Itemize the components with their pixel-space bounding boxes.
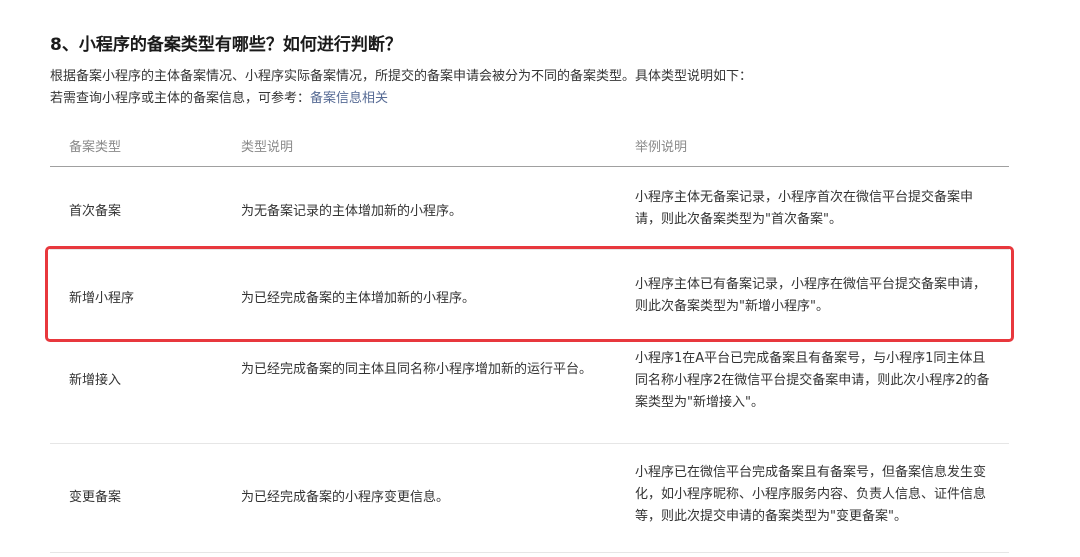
header-example: 举例说明 (635, 140, 688, 155)
row-filing-type: 新增接入 (69, 373, 122, 388)
table-row: 新增接入 为已经完成备案的同主体且同名称小程序增加新的运行平台。 小程序1在A平… (50, 340, 1009, 444)
intro-line-2-prefix: 若需查询小程序或主体的备案信息，可参考： (50, 91, 311, 106)
header-type-description: 类型说明 (241, 140, 294, 155)
filing-type-table: 备案类型 类型说明 举例说明 首次备案 为无备案记录的主体增加新的小程序。 小程… (50, 122, 1009, 553)
row-example: 小程序主体无备案记录，小程序首次在微信平台提交备案申请，则此次备案类型为"首次备… (635, 190, 974, 227)
table-row: 首次备案 为无备案记录的主体增加新的小程序。 小程序主体无备案记录，小程序首次在… (50, 167, 1009, 250)
row-filing-type: 新增小程序 (69, 291, 135, 306)
row-example: 小程序主体已有备案记录，小程序在微信平台提交备案申请，则此次备案类型为"新增小程… (635, 277, 987, 314)
intro-text: 根据备案小程序的主体备案情况、小程序实际备案情况，所提交的备案申请会被分为不同的… (50, 66, 752, 110)
row-filing-type: 首次备案 (69, 204, 122, 219)
row-example: 小程序已在微信平台完成备案且有备案号，但备案信息发生变化，如小程序昵称、小程序服… (635, 465, 987, 524)
section-title: 8、小程序的备案类型有哪些？如何进行判断？ (50, 35, 402, 55)
intro-line-1: 根据备案小程序的主体备案情况、小程序实际备案情况，所提交的备案申请会被分为不同的… (50, 69, 753, 84)
filing-info-link[interactable]: 备案信息相关 (310, 91, 388, 106)
row-type-description: 为已经完成备案的小程序变更信息。 (241, 490, 450, 505)
row-type-description: 为无备案记录的主体增加新的小程序。 (241, 204, 463, 219)
table-header: 备案类型 类型说明 举例说明 (50, 122, 1009, 167)
row-type-description: 为已经完成备案的同主体且同名称小程序增加新的运行平台。 (241, 362, 593, 377)
table-row: 变更备案 为已经完成备案的小程序变更信息。 小程序已在微信平台完成备案且有备案号… (50, 444, 1009, 553)
row-filing-type: 变更备案 (69, 490, 122, 505)
header-filing-type: 备案类型 (69, 140, 122, 155)
intro-line-2: 若需查询小程序或主体的备案信息，可参考：备案信息相关 (50, 88, 752, 110)
table-row: 新增小程序 为已经完成备案的主体增加新的小程序。 小程序主体已有备案记录，小程序… (50, 250, 1009, 340)
row-example: 小程序1在A平台已完成备案且有备案号，与小程序1同主体且同名称小程序2在微信平台… (635, 351, 990, 410)
row-type-description: 为已经完成备案的主体增加新的小程序。 (241, 291, 476, 306)
page: 8、小程序的备案类型有哪些？如何进行判断？ 根据备案小程序的主体备案情况、小程序… (0, 0, 1080, 557)
